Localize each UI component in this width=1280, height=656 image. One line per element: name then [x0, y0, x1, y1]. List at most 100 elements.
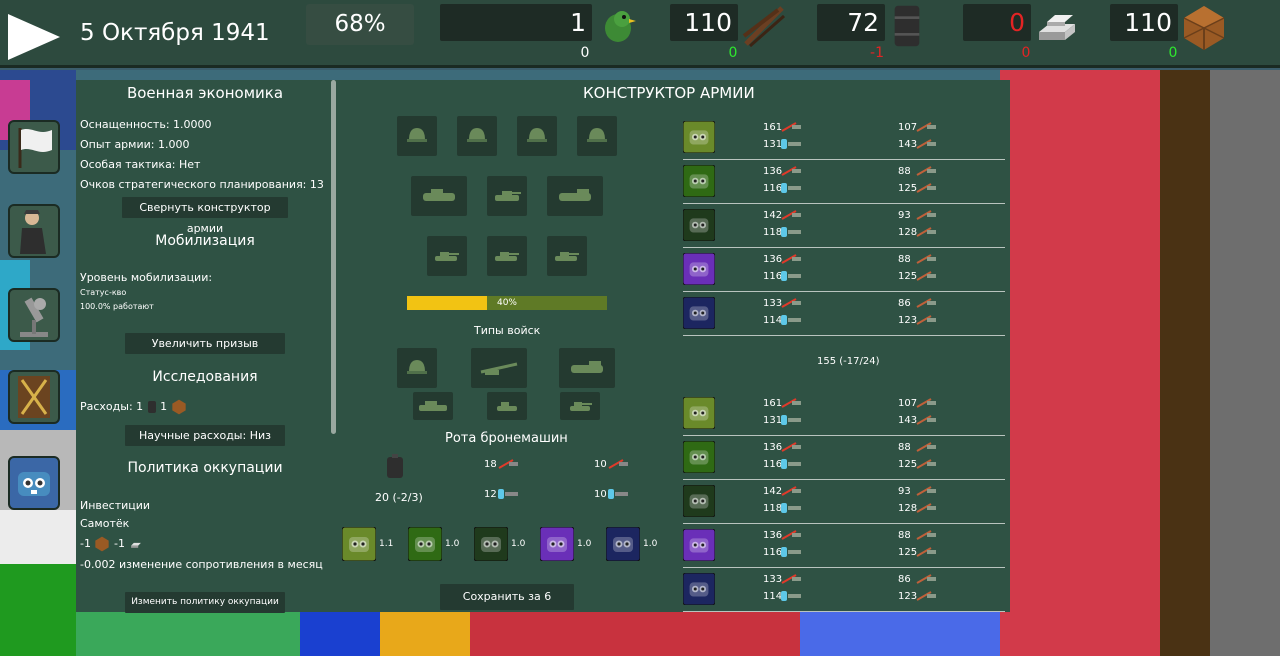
tank-slot[interactable]: [427, 236, 467, 276]
shield-blue-icon: [781, 415, 801, 425]
helmet-icon: [407, 128, 427, 142]
troop-type-infantry[interactable]: [397, 348, 437, 388]
resource-weapons[interactable]: 110 0: [670, 4, 800, 66]
quality-option[interactable]: [341, 526, 377, 562]
troop-type-light-tank[interactable]: [487, 392, 527, 420]
resource-delta: 0: [580, 45, 590, 61]
quality-badge: [682, 572, 716, 606]
tank-icon: [570, 402, 592, 411]
godot-logo-icon: [605, 526, 641, 562]
soldier-icon: [20, 210, 46, 254]
infantry-slot[interactable]: [457, 116, 497, 156]
stats-row[interactable]: 133 114 86 123: [682, 292, 1005, 336]
war-economy-title: Военная экономика: [126, 84, 284, 102]
tank-slot[interactable]: [547, 236, 587, 276]
company-attack-value: 18: [484, 459, 497, 470]
infantry-slot[interactable]: [397, 116, 437, 156]
steel-ingots-icon: [131, 542, 142, 548]
troop-types-label: Типы войск: [474, 324, 541, 337]
research-microscope-button[interactable]: [8, 288, 60, 342]
oil-barrel-icon: [387, 454, 403, 478]
resource-manpower[interactable]: 1 0: [440, 4, 640, 66]
shield-blue-icon: [608, 489, 628, 499]
resource-wood[interactable]: 110 0: [1110, 4, 1240, 66]
troop-type-artillery[interactable]: [471, 348, 527, 388]
quality-option[interactable]: [473, 526, 509, 562]
middle-cost-label: 155 (-17/24): [817, 356, 880, 367]
rifle-red-icon: [781, 210, 801, 220]
quality-badge: [682, 528, 716, 562]
rifle-red-icon: [781, 530, 801, 540]
stats-row[interactable]: 136 116 88 125: [682, 436, 1005, 480]
stats-row[interactable]: 136 116 88 125: [682, 160, 1005, 204]
godot-settings-button[interactable]: [8, 456, 60, 510]
rifle-red-icon: [781, 166, 801, 176]
quality-option[interactable]: [407, 526, 443, 562]
shield-blue-icon: [781, 183, 801, 193]
rifle-red-icon: [608, 459, 628, 469]
resource-delta: 0: [1168, 45, 1178, 61]
heavy-tank-icon: [419, 401, 447, 411]
increase-conscription-button[interactable]: Увеличить призыв: [125, 333, 285, 354]
stats-row[interactable]: 142 118 93 128: [682, 204, 1005, 248]
change-occupation-policy-button[interactable]: Изменить политику оккупации: [125, 592, 285, 613]
tank-slot[interactable]: [487, 236, 527, 276]
economy-book-button[interactable]: [8, 370, 60, 424]
quality-option[interactable]: [539, 526, 575, 562]
army-constructor-title: КОНСТРУКТОР АРМИИ: [583, 84, 755, 102]
tank-icon: [555, 252, 579, 261]
stats-row[interactable]: 133 114 86 123: [682, 568, 1005, 612]
quality-badge: [682, 208, 716, 242]
rifle-red-icon: [781, 398, 801, 408]
rifle-red-icon: [781, 122, 801, 132]
diplomacy-flag-button[interactable]: [8, 120, 60, 174]
resistance-change: -0.002 изменение сопротивления в месяц: [80, 558, 323, 571]
quality-badge: [682, 396, 716, 430]
troop-type-armored-car[interactable]: [559, 348, 615, 388]
resource-oil[interactable]: 72 -1: [817, 4, 937, 66]
quality-option[interactable]: [605, 526, 641, 562]
godot-logo-icon: [682, 208, 716, 242]
stats-row[interactable]: 142 118 93 128: [682, 480, 1005, 524]
progress-label: 40%: [496, 298, 517, 308]
armored-car-slot[interactable]: [411, 176, 467, 216]
godot-logo-icon: [341, 526, 377, 562]
strategic-planning-points: Очков стратегического планирования: 13: [80, 178, 324, 191]
wood-crate-icon: [171, 399, 186, 415]
stats-row[interactable]: 136 116 88 125: [682, 248, 1005, 292]
infantry-slot[interactable]: [577, 116, 617, 156]
rifle-gray-icon: [916, 459, 936, 469]
troop-type-tank-destroyer[interactable]: [560, 392, 600, 420]
shield-blue-icon: [781, 271, 801, 281]
army-general-button[interactable]: [8, 204, 60, 258]
armored-car-slot[interactable]: [547, 176, 603, 216]
infantry-slot[interactable]: [517, 116, 557, 156]
book-icon: [18, 376, 50, 418]
rifle-gray-icon: [916, 298, 936, 308]
rifle-gray-icon: [916, 486, 936, 496]
company-attack2-value: 10: [594, 459, 607, 470]
save-army-button[interactable]: Сохранить за 6: [440, 584, 574, 610]
shield-blue-icon: [781, 139, 801, 149]
play-icon[interactable]: [6, 12, 62, 62]
armored-car-icon: [423, 189, 455, 201]
stats-row[interactable]: 161 131 107 143: [682, 392, 1005, 436]
stability-percent[interactable]: 68%: [306, 4, 414, 45]
rifle-gray-icon: [916, 227, 936, 237]
light-tank-slot[interactable]: [487, 176, 527, 216]
rifle-gray-icon: [916, 271, 936, 281]
stats-row[interactable]: 161 131 107 143: [682, 116, 1005, 160]
science-spending-button[interactable]: Научные расходы: Низ: [125, 425, 285, 446]
rifle-gray-icon: [916, 442, 936, 452]
stats-row[interactable]: 136 116 88 125: [682, 524, 1005, 568]
rifle-red-icon: [781, 486, 801, 496]
quality-multiplier: 1.1: [379, 539, 394, 549]
troop-type-tank[interactable]: [413, 392, 453, 420]
research-expenses: Расходы: 1 1: [80, 399, 187, 415]
army-constructor-panel: КОНСТРУКТОР АРМИИ 40% Типы войск Рота бр…: [338, 80, 1010, 612]
godot-logo-icon: [407, 526, 443, 562]
resource-delta: 0: [728, 45, 738, 61]
collapse-army-constructor-button[interactable]: Свернуть конструктор армии: [122, 197, 288, 235]
resource-steel[interactable]: 0 0: [963, 4, 1093, 66]
army-progress-bar: 40%: [407, 296, 607, 310]
